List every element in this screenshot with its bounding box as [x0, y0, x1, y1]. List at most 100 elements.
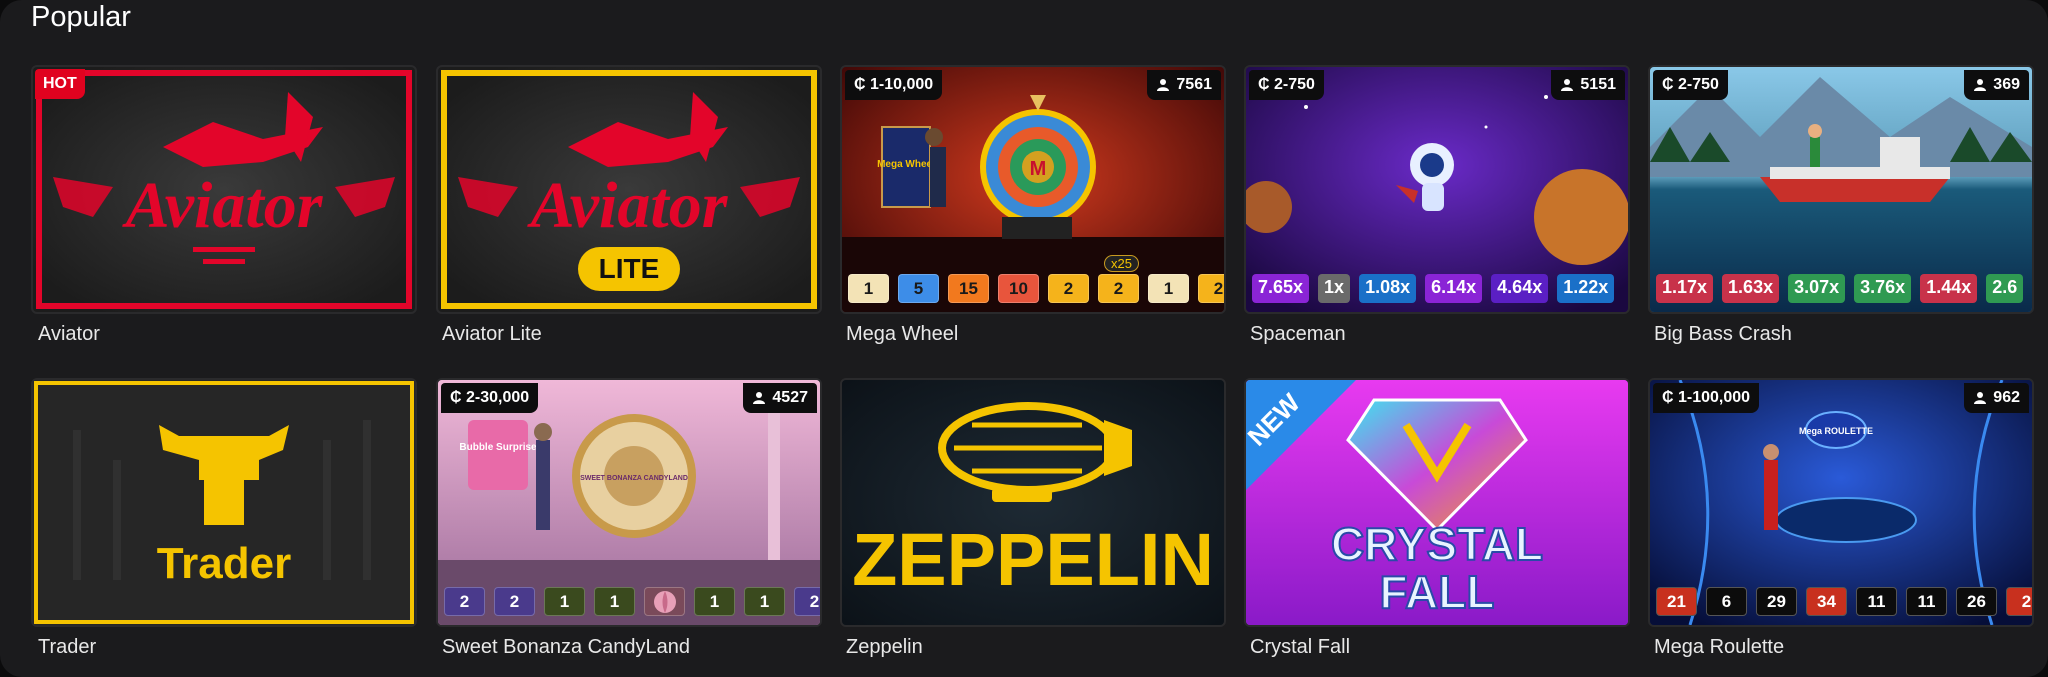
players-count: 5151 — [1580, 76, 1616, 93]
players-count: 962 — [1993, 389, 2020, 406]
bet-range-badge: ₵ 2-750 — [1653, 70, 1728, 100]
result-chip: 2.6 — [1986, 274, 2024, 303]
user-icon — [753, 392, 766, 404]
game-name[interactable]: Aviator Lite — [442, 323, 542, 346]
game-name[interactable]: Crystal Fall — [1250, 636, 1350, 659]
user-icon — [1974, 392, 1987, 404]
crystal-fall-artwork: NEW CRYSTAL FALL — [1246, 380, 1628, 625]
popular-section: Popular Aviator HOT Aviator Aviator LITE… — [0, 0, 2048, 677]
players-badge: 7561 — [1147, 70, 1221, 100]
players-count: 7561 — [1176, 76, 1212, 93]
trader-artwork: Trader — [33, 380, 415, 625]
game-card-mega-wheel[interactable]: Mega Wheel M ₵ 1-10,000 7561 x25 1 5 15 … — [840, 65, 1226, 314]
aviator-artwork: Aviator — [33, 67, 415, 312]
wheel-center: M — [1030, 158, 1047, 180]
candy-result-icon — [644, 587, 685, 616]
zeppelin-logo-text: ZEPPELIN — [852, 518, 1214, 601]
game-card-crystal-fall[interactable]: NEW CRYSTAL FALL — [1244, 378, 1630, 627]
result-chip: 1.17x — [1656, 274, 1714, 303]
results-strip: 2 2 1 1 1 1 2 — [444, 587, 820, 616]
game-name[interactable]: Zeppelin — [846, 636, 923, 659]
result-chip: 1.63x — [1722, 274, 1780, 303]
result-chip: 10 — [998, 274, 1039, 303]
result-chip: 1 — [694, 587, 735, 616]
players-badge: 369 — [1964, 70, 2029, 100]
players-badge: 962 — [1964, 383, 2029, 413]
booth-sign: Bubble Surprise — [459, 442, 537, 453]
results-strip: 1.17x 1.63x 3.07x 3.76x 1.44x 2.6 — [1656, 274, 2032, 303]
result-chip: 6.14x — [1425, 274, 1483, 303]
game-card-mega-roulette[interactable]: Mega ROULETTE ₵ 1-100,000 962 21 6 29 34… — [1648, 378, 2034, 627]
result-chip: 21 — [1656, 587, 1697, 616]
result-chip: 26 — [1956, 587, 1997, 616]
game-card-spaceman[interactable]: ₵ 2-750 5151 7.65x 1x 1.08x 6.14x 4.64x … — [1244, 65, 1630, 314]
game-card-big-bass-crash[interactable]: ₵ 2-750 369 1.17x 1.63x 3.07x 3.76x 1.44… — [1648, 65, 2034, 314]
result-chip: 1 — [848, 274, 889, 303]
result-chip: 1.22x — [1557, 274, 1615, 303]
result-chip: 3.07x — [1788, 274, 1846, 303]
players-count: 4527 — [772, 389, 808, 406]
hot-badge: HOT — [35, 69, 85, 99]
crystal-fall-logo-line2: FALL — [1380, 566, 1495, 618]
game-name[interactable]: Spaceman — [1250, 323, 1346, 346]
bet-range-badge: ₵ 2-750 — [1249, 70, 1324, 100]
game-name[interactable]: Trader — [38, 636, 96, 659]
result-chip: 34 — [1806, 587, 1847, 616]
result-chip: 2 — [1098, 274, 1139, 303]
result-chip: 1x — [1318, 274, 1351, 303]
game-name[interactable]: Aviator — [38, 323, 100, 346]
user-icon — [1974, 79, 1987, 91]
game-card-zeppelin[interactable]: ZEPPELIN — [840, 378, 1226, 627]
result-chip: 29 — [1756, 587, 1797, 616]
result-chip: 1 — [744, 587, 785, 616]
booth-sign: Mega Wheel — [877, 159, 935, 170]
trader-logo-text: Trader — [157, 539, 292, 588]
game-card-trader[interactable]: Trader — [31, 378, 417, 627]
results-strip: 21 6 29 34 11 11 26 2 — [1656, 587, 2032, 616]
result-chip: 11 — [1856, 587, 1897, 616]
user-icon — [1561, 79, 1574, 91]
game-name[interactable]: Mega Roulette — [1654, 636, 1784, 659]
result-chip: 1 — [594, 587, 635, 616]
lite-badge: LITE — [599, 253, 660, 284]
result-chip: 2 — [444, 587, 485, 616]
section-title: Popular — [31, 1, 131, 33]
players-count: 369 — [1993, 76, 2020, 93]
wheel-text: SWEET BONANZA CANDYLAND — [580, 475, 688, 482]
bet-range-badge: ₵ 1-100,000 — [1653, 383, 1760, 413]
user-icon — [1157, 79, 1170, 91]
game-card-sweet-bonanza-candyland[interactable]: SWEET BONANZA CANDYLAND Bubble Surprise … — [436, 378, 822, 627]
table-sign: Mega ROULETTE — [1799, 426, 1873, 436]
bet-range-badge: ₵ 1-10,000 — [845, 70, 943, 100]
result-chip: 15 — [948, 274, 989, 303]
result-chip: 2 — [494, 587, 535, 616]
game-name[interactable]: Big Bass Crash — [1654, 323, 1792, 346]
result-chip: 1.44x — [1920, 274, 1978, 303]
result-chip: 3.76x — [1854, 274, 1912, 303]
result-chip: 11 — [1906, 587, 1947, 616]
result-chip: 6 — [1706, 587, 1747, 616]
result-chip: 1 — [1148, 274, 1189, 303]
result-chip: 2 — [1198, 274, 1224, 303]
game-card-aviator[interactable]: Aviator HOT — [31, 65, 417, 314]
result-chip: 2 — [794, 587, 820, 616]
game-name[interactable]: Mega Wheel — [846, 323, 958, 346]
result-chip: 1.08x — [1359, 274, 1417, 303]
result-chip: 2 — [2006, 587, 2032, 616]
result-chip: 2 — [1048, 274, 1089, 303]
result-chip: 5 — [898, 274, 939, 303]
result-chip: 4.64x — [1491, 274, 1549, 303]
result-chip: 1 — [544, 587, 585, 616]
players-badge: 4527 — [743, 383, 817, 413]
bet-range-badge: ₵ 2-30,000 — [441, 383, 539, 413]
game-name[interactable]: Sweet Bonanza CandyLand — [442, 636, 690, 659]
aviator-lite-logo-text: Aviator — [527, 169, 729, 242]
zeppelin-artwork: ZEPPELIN — [842, 380, 1224, 625]
result-chip: 7.65x — [1252, 274, 1310, 303]
game-card-aviator-lite[interactable]: Aviator LITE — [436, 65, 822, 314]
players-badge: 5151 — [1551, 70, 1625, 100]
aviator-logo-text: Aviator — [122, 169, 324, 242]
results-strip: 1 5 15 10 2 2 1 2 — [848, 274, 1224, 303]
aviator-lite-artwork: Aviator LITE — [438, 67, 820, 312]
crystal-fall-logo-line1: CRYSTAL — [1331, 518, 1543, 570]
